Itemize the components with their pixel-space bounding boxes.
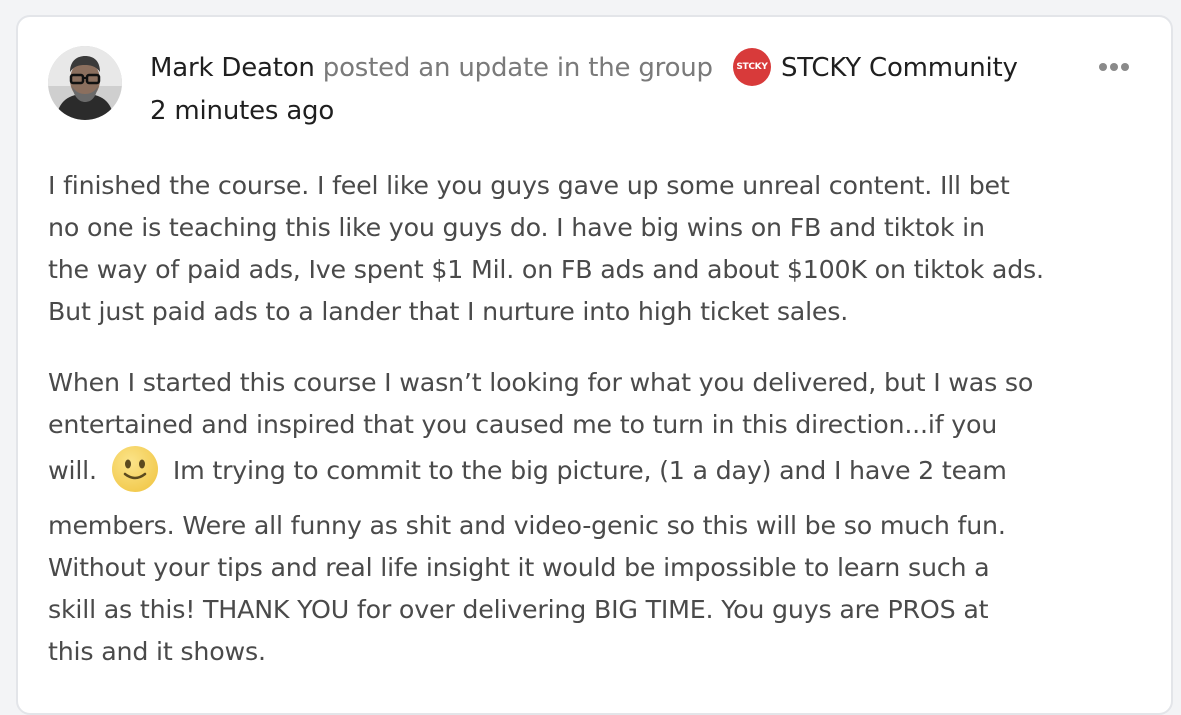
post-paragraph-1: I finished the course. I feel like you g… (48, 165, 1158, 333)
post-content: I finished the course. I feel like you g… (48, 165, 1158, 673)
avatar-photo (48, 46, 122, 120)
more-options-button[interactable] (1092, 53, 1136, 81)
emoji-text-line: will. Im trying to commit to the big pict… (48, 446, 1158, 505)
text-line: Without your tips and real life insight … (48, 553, 990, 582)
text-line: When I started this course I wasn’t look… (48, 368, 1034, 397)
text-fragment: will. (48, 456, 97, 485)
post-timestamp[interactable]: 2 minutes ago (150, 94, 334, 128)
group-name-link[interactable]: STCKY Community (781, 53, 1018, 83)
text-line: entertained and inspired that you caused… (48, 410, 998, 439)
slightly-smiling-face-icon (111, 445, 159, 493)
group-avatar[interactable]: STCKY (732, 47, 771, 86)
text-line: members. Were all funny as shit and vide… (48, 511, 1006, 540)
text-line: no one is teaching this like you guys do… (48, 213, 985, 242)
text-line: But just paid ads to a lander that I nur… (48, 297, 849, 326)
activity-post-card: Mark Deaton posted an update in the grou… (16, 15, 1173, 715)
author-name-link[interactable]: Mark Deaton (150, 53, 315, 83)
post-header: Mark Deaton posted an update in the grou… (150, 47, 1018, 86)
text-line: the way of paid ads, Ive spent $1 Mil. o… (48, 255, 1044, 284)
author-avatar[interactable] (48, 46, 122, 120)
text-line: this and it shows. (48, 637, 266, 666)
text-line: skill as this! THANK YOU for over delive… (48, 595, 989, 624)
text-line: I finished the course. I feel like you g… (48, 171, 1010, 200)
text-fragment: Im trying to commit to the big picture, … (172, 456, 1007, 485)
post-paragraph-2: When I started this course I wasn’t look… (48, 362, 1158, 673)
post-action-text: posted an update in the group (314, 53, 721, 83)
more-horizontal-icon (1099, 63, 1129, 71)
